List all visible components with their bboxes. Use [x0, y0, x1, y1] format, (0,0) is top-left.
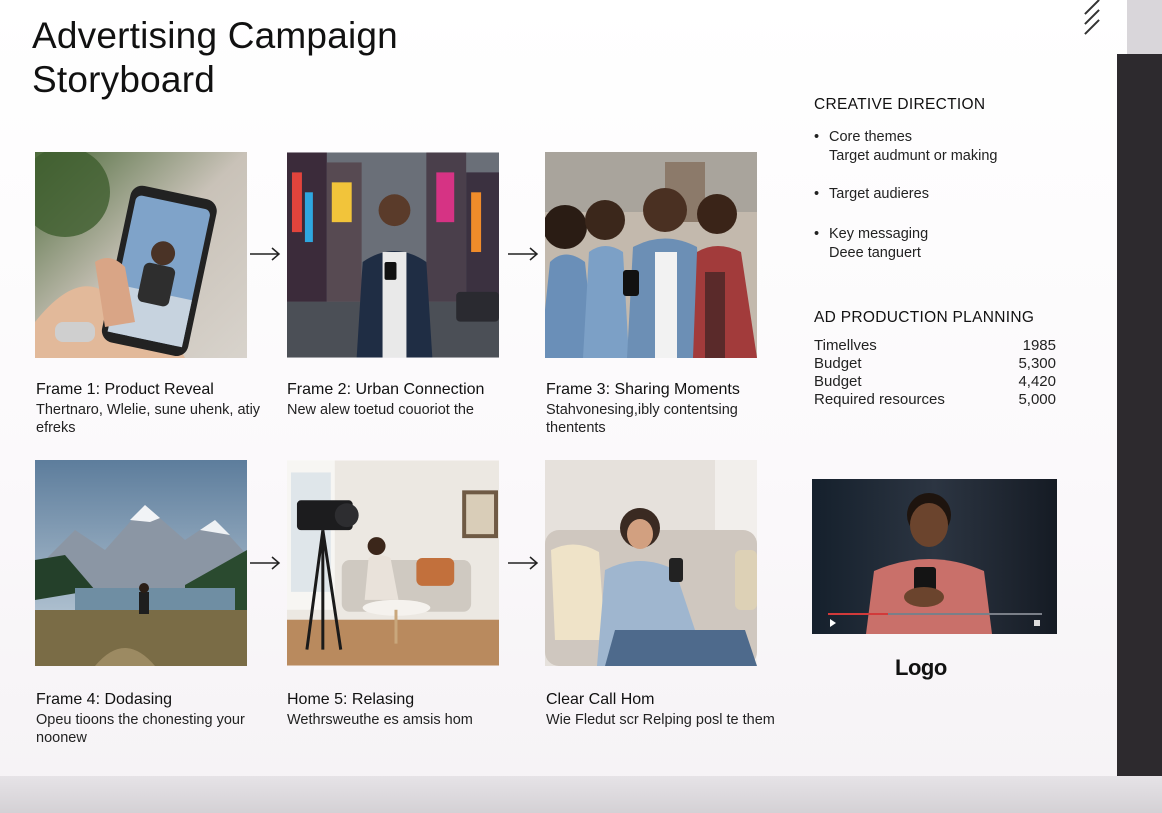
frame-5-image [287, 460, 500, 666]
corner-hatch-decoration [1080, 0, 1104, 36]
video-presenter-icon [812, 479, 1057, 634]
mountain-lake-icon [35, 460, 247, 666]
creative-direction-heading: CREATIVE DIRECTION [814, 96, 986, 113]
row-label: Required resources [814, 391, 945, 408]
row-value: 5,000 [1018, 391, 1056, 408]
frame-6-image [545, 460, 757, 666]
creative-direction-list: Core themes Target audmunt or making Tar… [814, 128, 1114, 263]
list-item: Target audieres [814, 185, 1114, 204]
bottom-edge [0, 776, 1162, 813]
arrow-right-icon [508, 556, 539, 570]
arrow-right-icon [250, 556, 281, 570]
frame-1-title: Frame 1: Product Reveal [36, 381, 214, 398]
frame-2-title: Frame 2: Urban Connection [287, 381, 485, 398]
brand-logo: Logo [895, 655, 947, 680]
row-value: 4,420 [1018, 373, 1056, 390]
frame-5-description: Wethrsweuthe es amsis hom [287, 712, 473, 728]
frame-3-description: Stahvonesing,ibly contentsing thentents [546, 402, 738, 436]
camera-living-room-icon [287, 460, 499, 666]
row-value: 5,300 [1018, 355, 1056, 372]
row-label: Budget [814, 373, 862, 390]
table-row: Budget 5,300 [814, 355, 1056, 373]
frame-4-image [35, 460, 247, 666]
woman-couch-phone-icon [545, 460, 757, 666]
frame-4-description: Opeu tioons the chonesting your noonew [36, 712, 245, 746]
creative-item-sub: Deee tanguert [829, 245, 921, 261]
frame-3-image [545, 152, 757, 358]
row-label: Budget [814, 355, 862, 372]
frame-4-title: Frame 4: Dodasing [36, 691, 173, 708]
table-row: Required resources 5,000 [814, 391, 1056, 409]
row-label: Timellves [814, 337, 877, 354]
city-street-man-icon [287, 152, 499, 358]
frame-1-image [35, 152, 247, 358]
table-row: Budget 4,420 [814, 373, 1056, 391]
frame-5-title: Home 5: Relasing [287, 691, 415, 708]
arrow-right-icon [508, 247, 539, 261]
page-title: Advertising Campaign Storyboard [32, 15, 398, 100]
creative-item-label: Target audieres [829, 186, 929, 202]
storyboard-page: Advertising Campaign Storyboard Frame 1:… [0, 0, 1127, 776]
frame-1-description: Thertnaro, Wlelie, sune uhenk, atiy efre… [36, 402, 261, 436]
video-preview[interactable] [812, 479, 1057, 634]
creative-item-label: Core themes [829, 129, 913, 145]
production-table: Timellves 1985 Budget 5,300 Budget 4,420… [814, 337, 1056, 409]
arrow-right-icon [250, 247, 281, 261]
table-row: Timellves 1985 [814, 337, 1056, 355]
frame-3-title: Frame 3: Sharing Moments [546, 381, 740, 398]
ad-production-heading: AD PRODUCTION PLANNING [814, 309, 1035, 326]
group-friends-icon [545, 152, 757, 358]
list-item: Core themes Target audmunt or making [814, 128, 1114, 166]
fullscreen-icon [1034, 620, 1040, 626]
phone-in-hand-icon [35, 152, 247, 358]
list-item: Key messaging Deee tanguert [814, 225, 1114, 263]
creative-item-sub: Target audmunt or making [829, 148, 998, 164]
frame-6-description: Wie Fledut scr Relping posl te them [546, 712, 775, 728]
creative-item-label: Key messaging [829, 226, 929, 242]
frame-2-description: New alew toetud couoriot the [287, 402, 474, 418]
frame-2-image [287, 152, 500, 358]
row-value: 1985 [1022, 337, 1056, 354]
video-progress [828, 613, 888, 615]
frame-6-title: Clear Call Hom [546, 691, 655, 708]
side-panel-edge [1117, 54, 1162, 798]
